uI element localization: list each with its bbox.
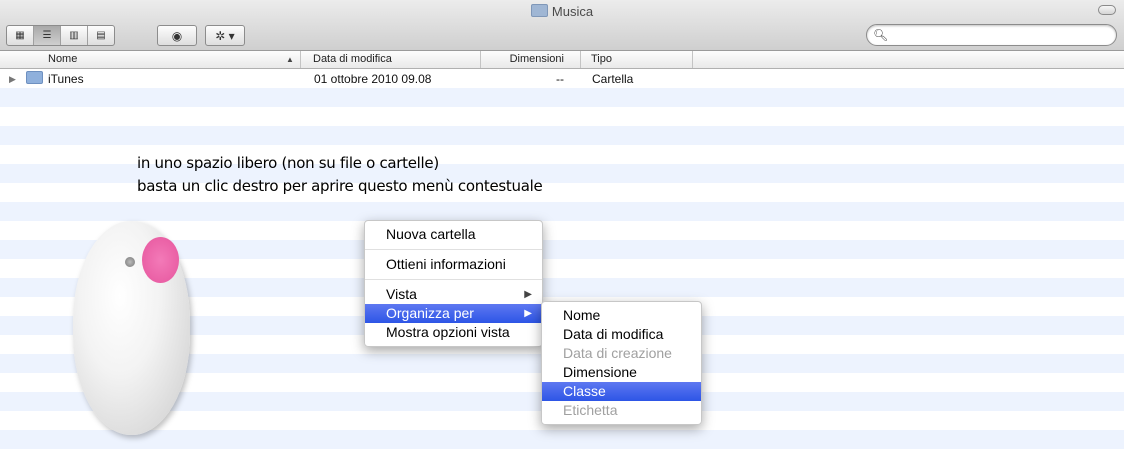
scroll-ball — [125, 257, 135, 267]
window-title: Musica — [0, 4, 1124, 19]
submenu-item-size[interactable]: Dimensione — [542, 363, 701, 382]
disclosure-triangle-icon[interactable]: ▶ — [9, 70, 16, 88]
grid-icon: ▦ — [15, 30, 25, 41]
window-title-text: Musica — [551, 4, 594, 19]
toolbar-toggle-button[interactable] — [1098, 5, 1116, 15]
menu-item-arrange-by[interactable]: Organizza per ▶ — [365, 304, 542, 323]
submenu-item-date-modified[interactable]: Data di modifica — [542, 325, 701, 344]
submenu-item-date-created: Data di creazione — [563, 345, 672, 361]
menu-item-get-info[interactable]: Ottieni informazioni — [365, 255, 542, 274]
folder-icon — [26, 70, 43, 88]
submenu-item-label: Etichetta — [563, 402, 618, 418]
icon-view-button[interactable]: ▦ — [7, 26, 34, 45]
window-titlebar: Musica ▦ ☰ ▥ ▤ ◉ ✲ ▾ 🔍︎ — [0, 0, 1124, 51]
columns-icon: ▥ — [69, 30, 79, 41]
annotation-line-1: in uno spazio libero (non su file o cart… — [137, 154, 439, 172]
menu-item-show-view-options[interactable]: Mostra opzioni vista — [365, 323, 542, 342]
quick-look-button[interactable]: ◉ — [157, 25, 197, 46]
search-input[interactable] — [887, 27, 1111, 43]
submenu-arrow-icon: ▶ — [524, 289, 532, 300]
column-header: Nome ▲ Data di modifica Dimensioni Tipo — [0, 51, 1124, 69]
file-modified: 01 ottobre 2010 09.08 — [314, 72, 432, 86]
search-icon: 🔍︎ — [873, 28, 889, 42]
column-header-name[interactable]: Nome ▲ — [0, 51, 301, 68]
column-header-modified[interactable]: Data di modifica — [301, 51, 481, 68]
context-menu: Nuova cartella Ottieni informazioni Vist… — [364, 220, 543, 347]
column-header-kind[interactable]: Tipo — [581, 51, 693, 68]
submenu-item-kind[interactable]: Classe — [542, 382, 701, 401]
right-click-highlight — [142, 237, 179, 283]
menu-item-view[interactable]: Vista ▶ — [365, 285, 542, 304]
menu-item-new-folder[interactable]: Nuova cartella — [365, 225, 542, 244]
annotation-text: in uno spazio libero (non su file o cart… — [137, 152, 543, 198]
annotation-line-2: basta un clic destro per aprire questo m… — [137, 177, 543, 195]
coverflow-icon: ▤ — [96, 30, 106, 41]
submenu-item-name[interactable]: Nome — [542, 306, 701, 325]
menu-separator — [365, 249, 542, 250]
action-menu-button[interactable]: ✲ ▾ — [205, 25, 245, 46]
coverflow-view-button[interactable]: ▤ — [88, 26, 114, 45]
magic-mouse-illustration — [73, 221, 190, 435]
file-size: -- — [556, 72, 564, 86]
column-view-button[interactable]: ▥ — [61, 26, 88, 45]
file-kind: Cartella — [592, 72, 634, 86]
gear-icon: ✲ ▾ — [215, 28, 235, 43]
submenu-arrow-icon: ▶ — [524, 308, 532, 319]
folder-icon — [530, 4, 548, 17]
eye-icon: ◉ — [171, 28, 183, 43]
column-header-size[interactable]: Dimensioni — [481, 51, 581, 68]
list-icon: ☰ — [42, 30, 52, 41]
menu-separator — [365, 279, 542, 280]
file-name: iTunes — [48, 72, 84, 86]
sort-ascending-icon: ▲ — [286, 55, 294, 64]
view-mode-segmented-control: ▦ ☰ ▥ ▤ — [6, 25, 115, 46]
table-row[interactable]: ▶ iTunes 01 ottobre 2010 09.08 -- Cartel… — [0, 70, 1124, 88]
arrange-by-submenu: Nome Data di modifica Data di creazione … — [541, 301, 702, 425]
list-view-button[interactable]: ☰ — [34, 26, 61, 45]
search-field[interactable]: 🔍︎ — [866, 24, 1117, 46]
